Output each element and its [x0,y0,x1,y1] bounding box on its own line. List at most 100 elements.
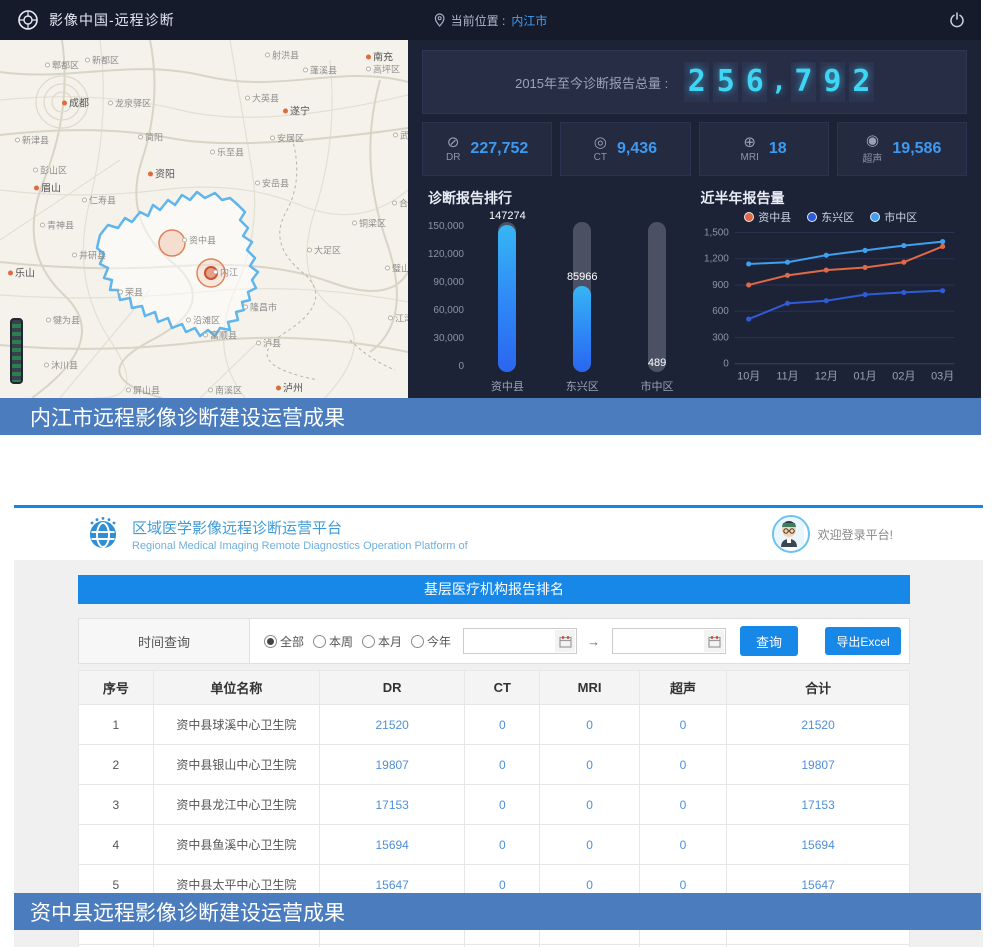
radio-本月[interactable]: 本月 [362,633,402,650]
table-cell-text: 4 [79,825,154,865]
table-cell-text: 资中县龙江中心卫生院 [153,785,319,825]
dashboard: 影像中国-远程诊断 当前位置 : 内江市 [0,0,981,435]
table-cell-number[interactable]: 0 [540,745,640,785]
calendar-icon[interactable] [704,630,724,652]
radio-今年[interactable]: 今年 [411,633,451,650]
table-cell-number[interactable]: 19807 [319,745,464,785]
table-cell-number[interactable]: 0 [540,705,640,745]
line-chart-plot: 1,5001,200900600300010月11月12月01月02月03月 [695,226,968,402]
table-header-row: 序号单位名称DRCTMRI超声合计 [79,671,910,705]
radio-circle[interactable] [264,635,277,648]
counter-digit: 7 [791,62,816,102]
line-data-point [823,267,828,272]
date-from-input[interactable] [463,628,577,654]
table-row: 3资中县龙江中心卫生院1715300017153 [79,785,910,825]
line-chart-x-tick: 12月 [814,371,837,383]
table-cell-number[interactable]: 0 [639,785,726,825]
table-cell-number[interactable]: 15694 [319,825,464,865]
table-cell-number[interactable]: 0 [465,825,540,865]
table-cell-number[interactable]: 17153 [727,785,910,825]
map-place-label: 沐川县 [44,359,78,372]
map-place-label: 泸州 [276,380,303,395]
time-query-label: 时间查询 [79,619,250,663]
total-reports-panel: 2015年至今诊断报告总量 : 256,792 [422,50,967,114]
line-data-point [746,317,751,322]
table-cell-number[interactable]: 0 [540,825,640,865]
ct-icon: ◎ [594,135,607,151]
table-header-cell: MRI [540,671,640,705]
line-data-point [901,260,906,265]
stat-card-mri: ⊕MRI18 [699,122,829,176]
search-button[interactable]: 查询 [740,626,798,656]
bar-column: 147274 [470,222,545,372]
map-place-label: 资中县 [182,234,216,247]
map-place-label: 资阳 [148,166,175,181]
legend-label: 东兴区 [821,209,854,225]
map-place-label: 沿滩区 [186,314,220,327]
map-place-label: 彭山区 [33,164,67,177]
map-place-label: 内江 [213,266,238,279]
map-place-label: 大英县 [245,92,279,105]
table-cell-number[interactable]: 0 [639,825,726,865]
radio-本周[interactable]: 本周 [313,633,353,650]
line-data-point [901,243,906,248]
table-row: 1资中县球溪中心卫生院2152000021520 [79,705,910,745]
table-row: 2资中县银山中心卫生院1980700019807 [79,745,910,785]
region-map[interactable]: 郫都区新都区成都龙泉驿区新津县简阳彭山区眉山仁寿县资阳乐至县安居区大英县遂宁射洪… [0,40,408,398]
date-to-input[interactable] [612,628,726,654]
stat-icon-wrap: ⊕MRI [741,135,759,163]
table-cell-number[interactable]: 0 [465,785,540,825]
table-cell-number[interactable]: 0 [540,785,640,825]
bar-chart-plot: 14727485966489 [470,222,695,372]
map-place-label: 简阳 [138,131,163,144]
table-cell-number[interactable]: 21520 [727,705,910,745]
portal-title: 区域医学影像远程诊断运营平台 [132,517,468,538]
map-place-label: 南溪区 [208,384,242,397]
user-avatar[interactable] [772,515,810,553]
calendar-icon[interactable] [555,630,575,652]
dashboard-title: 影像中国-远程诊断 [49,10,175,30]
export-excel-button[interactable]: 导出Excel [825,627,901,655]
bar-y-tick: 0 [458,362,464,372]
table-cell-number[interactable]: 0 [639,705,726,745]
line-chart-y-tick: 1,200 [703,254,728,265]
app-logo-icon [16,8,40,32]
bar-fill [573,286,591,372]
ultrasound-icon: ◉ [866,133,879,149]
table-cell-number[interactable]: 0 [639,745,726,785]
line-data-point [823,253,828,258]
table-cell-number[interactable]: 0 [465,745,540,785]
power-button[interactable] [949,12,965,28]
counter-digit: 5 [713,62,738,102]
stat-card-dr: ⊘DR227,752 [422,122,552,176]
bar-fill [498,225,516,372]
table-header-cell: 单位名称 [153,671,319,705]
portal-subtitle: Regional Medical Imaging Remote Diagnost… [132,540,468,552]
location-label: 当前位置 : [451,12,506,29]
legend-dot [870,212,880,222]
map-place-label: 成都 [62,95,89,110]
table-cell-text: 资中县鱼溪中心卫生院 [153,825,319,865]
table-cell-number[interactable]: 21520 [319,705,464,745]
map-place-label: 眉山 [34,180,61,195]
bar-y-tick: 150,000 [428,222,464,232]
table-cell-number[interactable]: 17153 [319,785,464,825]
radio-circle[interactable] [362,635,375,648]
line-data-point [784,273,789,278]
table-cell-text: 3 [79,785,154,825]
legend-label: 市中区 [884,209,917,225]
radio-circle[interactable] [313,635,326,648]
radio-全部[interactable]: 全部 [264,633,304,650]
counter-digit: 6 [742,62,767,102]
radio-circle[interactable] [411,635,424,648]
table-cell-text: 2 [79,745,154,785]
map-zoom-control[interactable] [10,318,23,384]
mri-icon: ⊕ [743,135,756,151]
map-place-label: 泸县 [256,337,281,350]
radio-label: 本月 [378,633,402,650]
line-data-point [940,244,945,249]
current-location: 当前位置 : 内江市 [434,12,548,29]
table-cell-number[interactable]: 0 [465,705,540,745]
table-cell-number[interactable]: 15694 [727,825,910,865]
table-cell-number[interactable]: 19807 [727,745,910,785]
